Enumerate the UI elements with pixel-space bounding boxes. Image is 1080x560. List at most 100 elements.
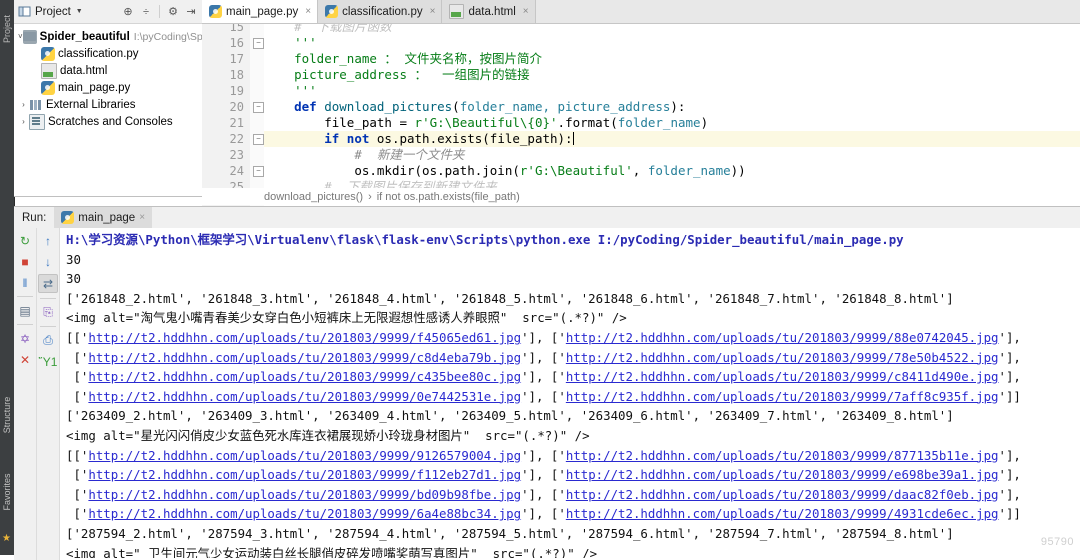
line-number: 17 — [229, 52, 244, 66]
console-link[interactable]: http://t2.hddhhn.com/uploads/tu/201803/9… — [566, 350, 999, 365]
scroll-down-icon[interactable]: ↓ — [39, 253, 57, 270]
code-token: file_path — [324, 115, 400, 130]
collapse-all-icon[interactable]: ÷ — [139, 5, 153, 19]
code-line[interactable]: os.mkdir(os.path.join(r'G:\Beautiful', f… — [264, 163, 745, 179]
editor-tab-classification-py[interactable]: classification.py × — [318, 0, 443, 23]
editor-tab-data-html[interactable]: data.html × — [442, 0, 536, 23]
console-link[interactable]: http://t2.hddhhn.com/uploads/tu/201803/9… — [566, 369, 999, 384]
console-output[interactable]: H:\学习资源\Python\框架学习\Virtualenv\flask\fla… — [60, 228, 1080, 558]
breadcrumb-separator: › — [368, 190, 372, 203]
console-link[interactable]: http://t2.hddhhn.com/uploads/tu/201803/9… — [88, 330, 521, 345]
console-link[interactable]: http://t2.hddhhn.com/uploads/tu/201803/9… — [88, 350, 521, 365]
project-panel-title: Project — [35, 5, 71, 18]
close-icon[interactable]: × — [523, 6, 529, 17]
console-text: '], — [998, 486, 1021, 502]
line-number: 19 — [229, 84, 244, 98]
close-icon[interactable]: ✕ — [16, 351, 34, 368]
tree-item-data-html[interactable]: data.html — [14, 62, 202, 79]
code-token: ( — [452, 99, 460, 114]
code-fold-column[interactable]: − − − − — [250, 24, 264, 206]
code-token: r'G:\Beautiful' — [519, 163, 633, 178]
twisty-icon[interactable]: › — [18, 117, 29, 126]
code-line[interactable]: file_path = r'G:\Beautiful\{0}'.format(f… — [264, 115, 708, 131]
rail-button-project[interactable]: Project — [2, 9, 12, 49]
code-line[interactable]: picture_address ： 一组图片的链接 — [264, 67, 529, 83]
rerun-icon[interactable]: ↻ — [16, 232, 34, 249]
line-number-gutter: 15 16 17 18 19 20 21 22 23 24 25 — [202, 24, 251, 206]
soft-wrap-icon[interactable]: ⇄ — [38, 274, 58, 293]
console-link[interactable]: http://t2.hddhhn.com/uploads/tu/201803/9… — [88, 369, 521, 384]
twisty-icon[interactable]: › — [18, 100, 29, 109]
settings-gear-icon[interactable]: ⚙ — [166, 5, 180, 19]
code-line[interactable]: ''' — [264, 83, 317, 99]
fold-marker[interactable]: − — [253, 102, 264, 113]
console-text: [' — [66, 486, 89, 502]
console-link[interactable]: http://t2.hddhhn.com/uploads/tu/201803/9… — [88, 467, 521, 482]
tree-item-external-libraries[interactable]: › External Libraries — [14, 96, 202, 113]
console-link[interactable]: http://t2.hddhhn.com/uploads/tu/201803/9… — [88, 487, 521, 502]
pin-icon[interactable]: ✡ — [16, 330, 34, 347]
toolbar-separator — [17, 296, 33, 297]
locate-icon[interactable]: ⊕ — [121, 5, 135, 19]
line-number: 16 — [229, 36, 244, 50]
console-link[interactable]: http://t2.hddhhn.com/uploads/tu/201803/9… — [566, 487, 999, 502]
print-icon[interactable]: ⎙ — [39, 332, 57, 349]
twisty-icon[interactable]: ˅ — [18, 32, 23, 41]
console-text: ']] — [998, 506, 1021, 522]
fold-marker[interactable]: − — [253, 38, 264, 49]
code-editor[interactable]: 15 16 17 18 19 20 21 22 23 24 25 − − − − # 下载图片函数 '''… — [202, 24, 1080, 206]
stop-icon[interactable]: ■ — [16, 253, 34, 270]
folder-icon — [22, 29, 37, 44]
breadcrumb-item[interactable]: if not os.path.exists(file_path) — [377, 191, 520, 203]
console-line: [['http://t2.hddhhn.com/uploads/tu/20180… — [66, 328, 1080, 348]
code-token: ): — [670, 99, 686, 114]
tree-item-scratches-and-consoles[interactable]: › Scratches and Consoles — [14, 113, 202, 130]
console-link[interactable]: http://t2.hddhhn.com/uploads/tu/201803/9… — [566, 506, 999, 521]
tree-item-classification-py[interactable]: classification.py — [14, 45, 202, 62]
code-line[interactable]: folder_name ： 文件夹名称，按图片简介 — [264, 51, 542, 67]
console-line: 30 — [66, 251, 81, 267]
code-line[interactable]: if not os.path.exists(file_path): — [264, 131, 574, 147]
export-icon[interactable]: ⎘ — [39, 304, 57, 321]
console-link[interactable]: http://t2.hddhhn.com/uploads/tu/201803/9… — [566, 330, 999, 345]
breadcrumb-item[interactable]: download_pictures() — [264, 191, 363, 203]
console-link[interactable]: http://t2.hddhhn.com/uploads/tu/201803/9… — [88, 389, 521, 404]
code-token: = — [399, 115, 415, 130]
fold-marker[interactable]: − — [253, 134, 264, 145]
code-line[interactable]: ''' — [264, 35, 317, 51]
code-line[interactable]: def download_pictures(folder_name, pictu… — [264, 99, 685, 115]
console-link[interactable]: http://t2.hddhhn.com/uploads/tu/201803/9… — [566, 467, 999, 482]
rail-button-favorites[interactable]: Favorites — [2, 472, 12, 512]
console-line: ['http://t2.hddhhn.com/uploads/tu/201803… — [66, 465, 1080, 485]
toolbar-separator — [40, 326, 56, 327]
tree-item-label: main_page.py — [58, 81, 131, 94]
tree-item-label: Spider_beautiful — [39, 30, 130, 43]
console-link[interactable]: http://t2.hddhhn.com/uploads/tu/201803/9… — [566, 448, 999, 463]
fold-marker[interactable]: − — [253, 166, 264, 177]
run-tab-main-page[interactable]: main_page × — [54, 207, 153, 228]
console-text: [' — [66, 467, 89, 483]
pause-icon[interactable]: ‖ — [16, 274, 34, 291]
console-link[interactable]: http://t2.hddhhn.com/uploads/tu/201803/9… — [566, 389, 999, 404]
editor-tab-bar: main_page.py × classification.py × data.html… — [202, 0, 1080, 24]
console-link[interactable]: http://t2.hddhhn.com/uploads/tu/201803/9… — [88, 448, 521, 463]
chevron-down-icon[interactable]: ▼ — [76, 8, 83, 15]
project-file-tree: ˅ Spider_beautiful I:\pyCoding\Spid classif… — [14, 24, 211, 130]
python-file-icon — [209, 5, 222, 18]
hide-panel-icon[interactable]: ⇥ — [184, 5, 198, 19]
close-icon[interactable]: × — [139, 212, 145, 223]
console-icon[interactable]: ▤ — [16, 302, 34, 319]
code-line[interactable]: # 下载图片函数 — [264, 24, 392, 35]
close-icon[interactable]: × — [430, 6, 436, 17]
tree-item-label: data.html — [60, 64, 108, 77]
rail-button-structure[interactable]: Structure — [2, 395, 12, 435]
scroll-up-icon[interactable]: ↑ — [39, 232, 57, 249]
code-line[interactable]: # 新建一个文件夹 — [264, 147, 464, 163]
tree-item-main-page-py[interactable]: main_page.py — [14, 79, 202, 96]
tree-item-spider-beautiful[interactable]: ˅ Spider_beautiful I:\pyCoding\Spid — [14, 28, 211, 45]
close-icon[interactable]: × — [305, 6, 311, 17]
trash-icon[interactable]: Ὕ1 — [39, 353, 58, 370]
editor-tab-main_page-py[interactable]: main_page.py × — [202, 0, 319, 23]
code-token: folder_name ： 文件夹名称，按图片简介 — [294, 51, 542, 66]
console-link[interactable]: http://t2.hddhhn.com/uploads/tu/201803/9… — [88, 506, 521, 521]
